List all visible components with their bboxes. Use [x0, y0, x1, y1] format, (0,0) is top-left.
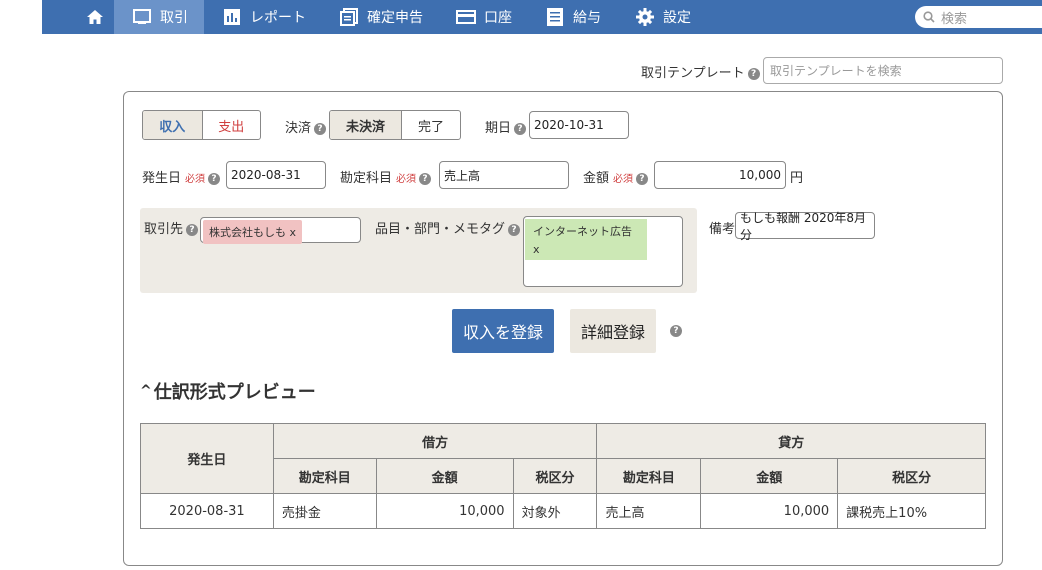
- tax-return-icon: [339, 7, 359, 27]
- home-button[interactable]: [76, 0, 114, 34]
- home-icon: [87, 10, 103, 24]
- nav-item-tax-return[interactable]: 確定申告: [339, 0, 423, 34]
- gear-icon: [635, 7, 655, 27]
- help-icon[interactable]: ?: [514, 122, 527, 135]
- account-label-text: 勘定科目: [340, 171, 393, 186]
- remarks-label: 備考: [709, 222, 736, 237]
- account-input[interactable]: 売上高: [439, 161, 569, 189]
- account-label: 勘定科目 必須?: [340, 167, 432, 186]
- header-debit-amount: 金額: [375, 458, 514, 494]
- issue-date-label-text: 発生日: [142, 171, 182, 186]
- payroll-icon: [545, 7, 565, 27]
- items-label: 品目・部門・メモタグ?: [375, 218, 521, 237]
- settlement-label-text: 決済: [285, 121, 312, 136]
- settlement-label: 決済?: [285, 117, 327, 136]
- header-credit: 貸方: [596, 423, 986, 459]
- table-row: 2020-08-31 売掛金 10,000 対象外 売上高 10,000 課税売…: [140, 493, 986, 529]
- due-date-label-text: 期日: [485, 121, 512, 136]
- account-icon: [456, 7, 476, 27]
- issue-date-input[interactable]: 2020-08-31: [226, 161, 326, 189]
- header-debit: 借方: [272, 423, 598, 459]
- due-date-input[interactable]: 2020-10-31: [529, 111, 629, 139]
- cell-credit-amount: 10,000: [700, 493, 839, 529]
- help-icon[interactable]: ?: [314, 122, 327, 135]
- journal-preview-table: 発生日 借方 貸方 勘定科目 金額 税区分 勘定科目 金額 税区分 2020-0…: [140, 423, 986, 529]
- global-search-input[interactable]: 検索: [915, 6, 1042, 28]
- header-date: 発生日: [140, 423, 274, 494]
- expense-toggle-button[interactable]: 支出: [203, 111, 261, 139]
- nav-item-label: 設定: [663, 10, 691, 26]
- header-debit-tax: 税区分: [512, 458, 598, 494]
- header-credit-tax: 税区分: [837, 458, 986, 494]
- chevron-up-icon: ^: [140, 383, 152, 399]
- memo-tag-label: インターネット広告: [533, 225, 632, 238]
- cell-date: 2020-08-31: [140, 493, 274, 529]
- header-credit-amount: 金額: [700, 458, 839, 494]
- nav-item-label: 給与: [573, 10, 601, 26]
- search-icon: [923, 11, 935, 23]
- required-badge: 必須: [396, 174, 417, 185]
- help-icon[interactable]: ?: [636, 172, 649, 185]
- due-date-label: 期日?: [485, 117, 527, 136]
- report-icon: [222, 7, 242, 27]
- income-expense-toggle: 収入 支出: [142, 110, 261, 140]
- help-icon[interactable]: ?: [508, 223, 521, 236]
- header-credit-account: 勘定科目: [596, 458, 702, 494]
- nav-item-settings[interactable]: 設定: [635, 0, 691, 34]
- help-icon[interactable]: ?: [186, 223, 199, 236]
- nav-item-label: レポート: [250, 10, 306, 26]
- register-income-button[interactable]: 収入を登録: [452, 309, 554, 353]
- top-nav: 取引 レポート 確定申告 口座 給与 設定: [42, 0, 1042, 34]
- help-icon[interactable]: ?: [670, 325, 682, 337]
- required-badge: 必須: [185, 174, 206, 185]
- template-label-text: 取引テンプレート: [641, 66, 745, 81]
- currency-label: 円: [790, 171, 804, 186]
- settlement-toggle: 未決済 完了: [329, 110, 461, 140]
- nav-item-payroll[interactable]: 給与: [545, 0, 601, 34]
- amount-input[interactable]: 10,000: [654, 161, 786, 189]
- nav-item-label: 取引: [160, 10, 188, 26]
- unsettled-button[interactable]: 未決済: [330, 111, 402, 139]
- nav-item-label: 口座: [484, 10, 512, 26]
- help-icon[interactable]: ?: [208, 172, 221, 185]
- required-badge: 必須: [613, 174, 634, 185]
- cell-debit-amount: 10,000: [375, 493, 514, 529]
- remarks-input[interactable]: もしも報酬 2020年8月分: [735, 211, 875, 242]
- partner-tag-label: 株式会社もしも: [209, 226, 286, 239]
- partner-label: 取引先?: [144, 218, 199, 237]
- income-toggle-button[interactable]: 収入: [143, 111, 203, 139]
- partner-label-text: 取引先: [144, 222, 184, 237]
- cell-debit-account: 売掛金: [272, 493, 377, 529]
- nav-item-transactions[interactable]: 取引: [114, 0, 204, 34]
- tag-remove-button[interactable]: x: [533, 243, 639, 256]
- cell-credit-tax: 課税売上10%: [837, 493, 986, 529]
- template-search-input[interactable]: 取引テンプレートを検索: [763, 57, 1003, 84]
- header-debit-account: 勘定科目: [272, 458, 377, 494]
- nav-item-account[interactable]: 口座: [456, 0, 512, 34]
- transactions-icon: [132, 7, 152, 27]
- template-search-placeholder: 取引テンプレートを検索: [770, 64, 902, 78]
- cell-debit-tax: 対象外: [512, 493, 598, 529]
- cell-credit-account: 売上高: [596, 493, 702, 529]
- amount-label: 金額 必須?: [583, 167, 649, 186]
- template-label: 取引テンプレート?: [641, 62, 760, 81]
- detail-register-button[interactable]: 詳細登録: [570, 309, 656, 353]
- nav-item-label: 確定申告: [367, 10, 423, 26]
- items-label-text: 品目・部門・メモタグ: [375, 222, 506, 237]
- partner-tag[interactable]: 株式会社もしも x: [203, 220, 303, 244]
- amount-label-text: 金額: [583, 171, 610, 186]
- nav-item-report[interactable]: レポート: [222, 0, 306, 34]
- preview-title: 仕訳形式プレビュー: [153, 382, 316, 403]
- issue-date-label: 発生日 必須?: [142, 167, 221, 186]
- help-icon[interactable]: ?: [747, 67, 760, 80]
- tag-remove-button[interactable]: x: [290, 226, 297, 239]
- memo-tag[interactable]: インターネット広告 x: [525, 219, 647, 260]
- preview-toggle[interactable]: ^ 仕訳形式プレビュー: [140, 378, 316, 404]
- help-icon[interactable]: ?: [419, 172, 432, 185]
- settled-button[interactable]: 完了: [402, 111, 460, 139]
- search-placeholder: 検索: [941, 11, 968, 27]
